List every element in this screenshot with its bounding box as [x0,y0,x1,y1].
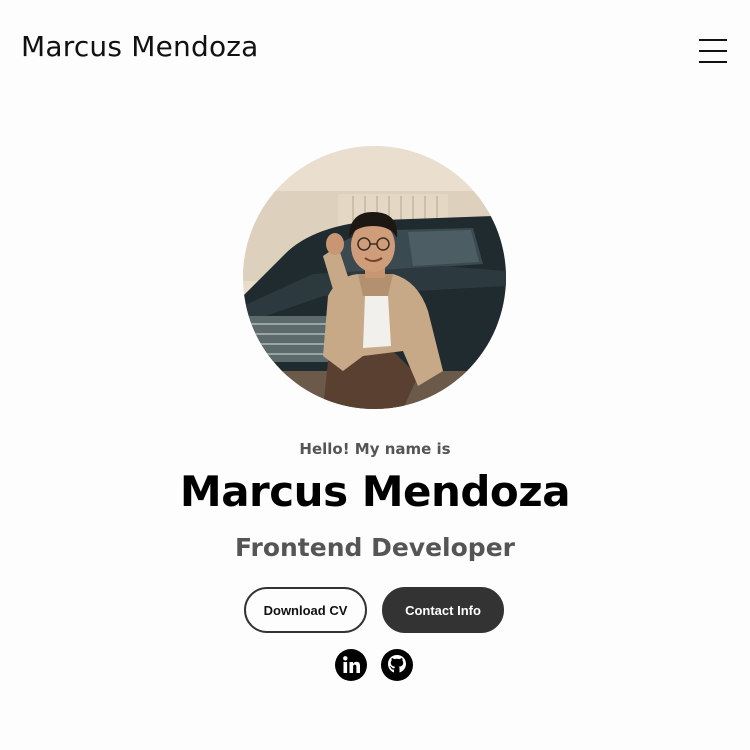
site-logo[interactable]: Marcus Mendoza [21,30,259,63]
github-icon-graphic [381,649,413,681]
download-cv-button[interactable]: Download CV [244,587,367,633]
github-icon[interactable] [381,649,413,681]
hero-name: Marcus Mendoza [179,467,571,516]
profile-photo-illustration [243,146,506,409]
profile-photo [243,146,506,409]
hamburger-line [699,50,727,52]
contact-info-button[interactable]: Contact Info [382,587,504,633]
job-title: Frontend Developer [235,533,515,562]
hamburger-menu-icon[interactable] [697,36,729,66]
linkedin-icon[interactable] [335,649,367,681]
linkedin-icon-graphic [335,649,367,681]
navbar: Marcus Mendoza [0,0,750,100]
greeting-text: Hello! My name is [299,440,451,458]
hamburger-line [699,61,727,63]
hamburger-line [699,39,727,41]
